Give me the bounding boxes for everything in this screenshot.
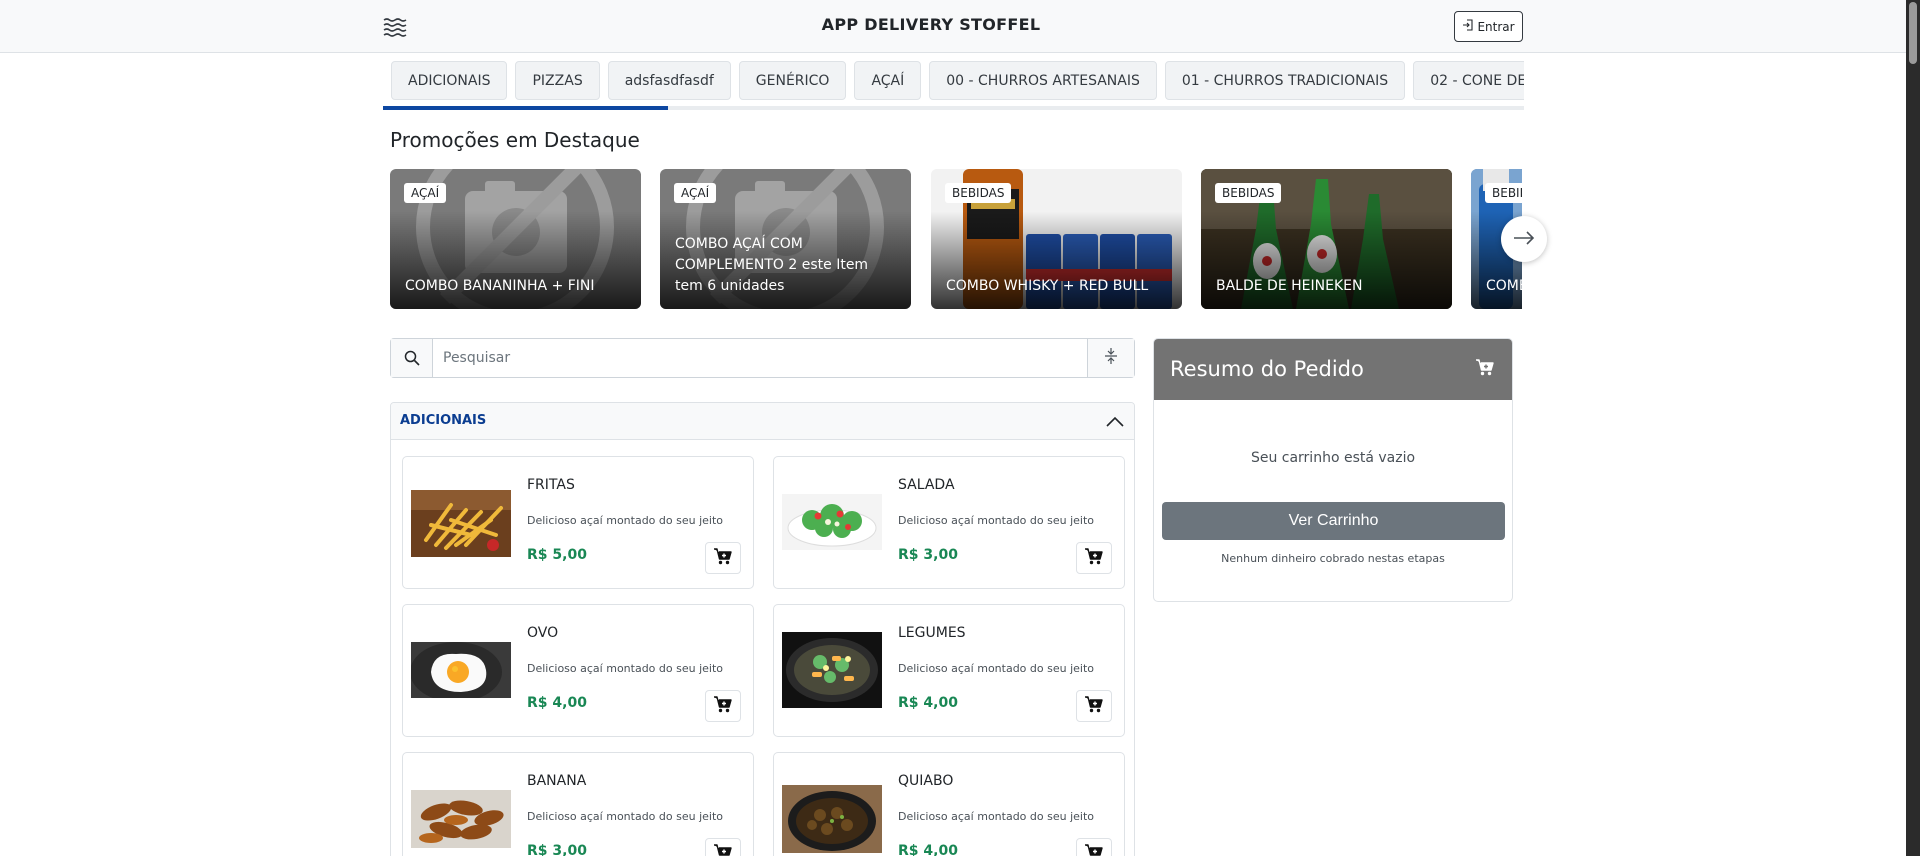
app-title: APP DELIVERY STOFFEL	[821, 15, 1041, 34]
product-price: R$ 4,00	[898, 695, 958, 711]
carousel-next-button[interactable]	[1501, 216, 1547, 262]
promo-title: BALDE DE HEINEKEN	[1216, 278, 1363, 294]
product-price: R$ 4,00	[898, 843, 958, 856]
category-tab[interactable]: 01 - CHURROS TRADICIONAIS	[1164, 61, 1406, 100]
product-name: SALADA	[898, 477, 955, 493]
add-to-cart-button[interactable]	[1076, 542, 1112, 574]
add-to-cart-button[interactable]	[1076, 690, 1112, 722]
search-input[interactable]	[433, 339, 1078, 377]
product-image-banana	[411, 790, 511, 848]
product-name: QUIABO	[898, 773, 954, 789]
product-description: Delicioso açaí montado do seu jeito	[898, 810, 1095, 823]
category-section-header[interactable]: ADICIONAIS	[391, 403, 1134, 440]
cart-add-icon	[714, 695, 732, 717]
promos-title: Promoções em Destaque	[390, 128, 640, 152]
search-icon	[391, 339, 433, 377]
promo-tag: AÇAÍ	[674, 183, 717, 203]
category-tab[interactable]: AÇAÍ	[854, 61, 922, 100]
category-tab[interactable]: 00 - CHURROS ARTESANAIS	[929, 61, 1157, 100]
category-section: ADICIONAIS FRITAS Delicioso açaí montado…	[390, 402, 1135, 856]
promo-title: COMBO WHISKY + RED BULL	[946, 278, 1149, 294]
add-to-cart-button[interactable]	[1076, 838, 1112, 856]
product-description: Delicioso açaí montado do seu jeito	[898, 514, 1095, 527]
product-card[interactable]: LEGUMES Delicioso açaí montado do seu je…	[773, 604, 1125, 737]
product-image-fritas	[411, 490, 511, 557]
search-bar	[390, 338, 1135, 378]
chevron-up-icon	[1106, 413, 1124, 432]
product-image-salada	[782, 494, 882, 550]
product-card[interactable]: SALADA Delicioso açaí montado do seu jei…	[773, 456, 1125, 589]
product-description: Delicioso açaí montado do seu jeito	[527, 662, 724, 675]
login-icon	[1462, 19, 1474, 34]
category-section-title: ADICIONAIS	[400, 413, 487, 428]
top-navbar: APP DELIVERY STOFFEL Entrar	[0, 0, 1906, 53]
product-description: Delicioso açaí montado do seu jeito	[898, 662, 1095, 675]
product-name: OVO	[527, 625, 559, 641]
promo-card[interactable]: BEBIDAS BALDE DE HEINEKEN	[1201, 169, 1452, 309]
promo-carousel: AÇAÍ COMBO BANANINHA + FINI AÇAÍ COMBO A…	[390, 169, 1522, 309]
promo-title: COMBO AÇAÍ COM COMPLEMENTO 2 este Item t…	[675, 236, 869, 294]
product-price: R$ 3,00	[898, 547, 958, 563]
login-label: Entrar	[1477, 19, 1515, 34]
promo-card[interactable]: AÇAÍ COMBO BANANINHA + FINI	[390, 169, 641, 309]
empty-cart-text: Seu carrinho está vazio	[1250, 450, 1416, 466]
arrow-right-icon	[1513, 230, 1535, 249]
filter-icon	[1104, 347, 1118, 369]
cart-icon	[1476, 359, 1494, 380]
scrollbar-thumb[interactable]	[1909, 2, 1917, 64]
product-card[interactable]: QUIABO Delicioso açaí montado do seu jei…	[773, 752, 1125, 856]
product-image-legumes	[782, 632, 882, 708]
promo-tag: BEBIDAS	[945, 183, 1012, 203]
product-description: Delicioso açaí montado do seu jeito	[527, 514, 724, 527]
cart-add-icon	[1085, 695, 1103, 717]
promo-title: COMBO	[1486, 278, 1522, 294]
product-card[interactable]: FRITAS Delicioso açaí montado do seu jei…	[402, 456, 754, 589]
product-price: R$ 4,00	[527, 695, 587, 711]
promo-title: COMBO BANANINHA + FINI	[405, 278, 595, 294]
product-card[interactable]: OVO Delicioso açaí montado do seu jeito …	[402, 604, 754, 737]
promo-tag: AÇAÍ	[404, 183, 447, 203]
category-tab[interactable]: PIZZAS	[515, 61, 600, 100]
promo-tag: BEBIDAS	[1485, 183, 1522, 203]
promo-card[interactable]: BEBIDAS COMBO WHISKY + RED BULL	[931, 169, 1182, 309]
order-summary: Resumo do Pedido Seu carrinho está vazio…	[1153, 338, 1513, 602]
category-tab[interactable]: 02 - CONE DE CHURROS	[1413, 61, 1524, 100]
product-description: Delicioso açaí montado do seu jeito	[527, 810, 724, 823]
cart-add-icon	[1085, 843, 1103, 856]
add-to-cart-button[interactable]	[705, 838, 741, 856]
add-to-cart-button[interactable]	[705, 542, 741, 574]
product-card[interactable]: BANANA Delicioso açaí montado do seu jei…	[402, 752, 754, 856]
category-tab[interactable]: ADICIONAIS	[391, 61, 508, 100]
filter-button[interactable]	[1087, 339, 1134, 377]
category-scroll-indicator	[383, 106, 669, 110]
category-scroll-track	[383, 106, 1524, 110]
promo-card[interactable]: AÇAÍ COMBO AÇAÍ COM COMPLEMENTO 2 este I…	[660, 169, 911, 309]
page-scrollbar[interactable]	[1906, 0, 1920, 856]
order-summary-header: Resumo do Pedido	[1154, 339, 1512, 400]
category-tabs: ADICIONAIS PIZZAS adsfasdfasdf GENÉRICO AÇAÍ…	[383, 61, 1524, 107]
no-charge-note: Nenhum dinheiro cobrado nestas etapas	[1221, 552, 1445, 565]
product-name: LEGUMES	[898, 625, 966, 641]
view-cart-button[interactable]: Ver Carrinho	[1162, 502, 1505, 540]
login-button[interactable]: Entrar	[1454, 11, 1523, 42]
cart-add-icon	[714, 547, 732, 569]
product-image-quiabo	[782, 785, 882, 853]
product-price: R$ 5,00	[527, 547, 587, 563]
cart-add-icon	[714, 843, 732, 856]
add-to-cart-button[interactable]	[705, 690, 741, 722]
order-summary-title: Resumo do Pedido	[1170, 357, 1364, 381]
category-tab[interactable]: adsfasdfasdf	[607, 61, 731, 100]
product-name: FRITAS	[527, 477, 575, 493]
promo-tag: BEBIDAS	[1215, 183, 1282, 203]
product-price: R$ 3,00	[527, 843, 587, 856]
product-name: BANANA	[527, 773, 587, 789]
category-tab[interactable]: GENÉRICO	[738, 61, 847, 100]
cart-add-icon	[1085, 547, 1103, 569]
product-image-ovo	[410, 642, 511, 702]
